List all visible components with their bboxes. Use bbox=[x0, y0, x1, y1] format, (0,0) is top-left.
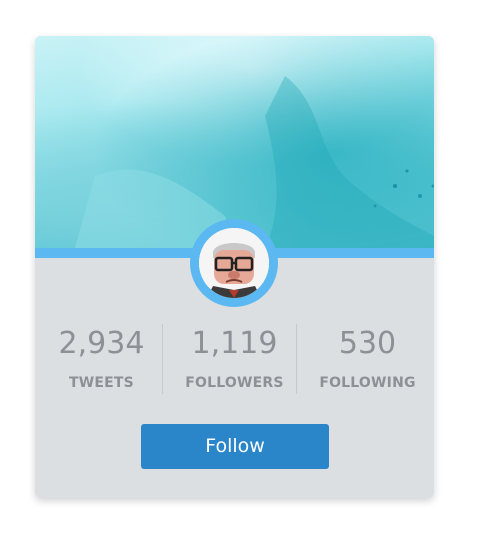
stat-divider bbox=[296, 324, 297, 394]
stat-label: TWEETS bbox=[69, 375, 134, 391]
cover-image bbox=[35, 36, 434, 248]
stat-followers[interactable]: 1,119 FOLLOWERS bbox=[168, 322, 301, 394]
follow-button[interactable]: Follow bbox=[141, 424, 329, 469]
stat-following[interactable]: 530 FOLLOWING bbox=[301, 322, 434, 394]
stat-value: 530 bbox=[338, 326, 397, 361]
stat-divider bbox=[162, 324, 163, 394]
avatar-ring bbox=[190, 219, 278, 307]
stat-value: 2,934 bbox=[58, 326, 145, 361]
stat-tweets[interactable]: 2,934 TWEETS bbox=[35, 322, 168, 394]
stat-label: FOLLOWERS bbox=[185, 375, 284, 391]
stat-value: 1,119 bbox=[191, 326, 278, 361]
profile-card: 2,934 TWEETS 1,119 FOLLOWERS 530 FOLLOWI… bbox=[35, 36, 434, 498]
avatar[interactable] bbox=[199, 228, 269, 298]
profile-stats: 2,934 TWEETS 1,119 FOLLOWERS 530 FOLLOWI… bbox=[35, 322, 434, 394]
stat-label: FOLLOWING bbox=[319, 375, 416, 391]
